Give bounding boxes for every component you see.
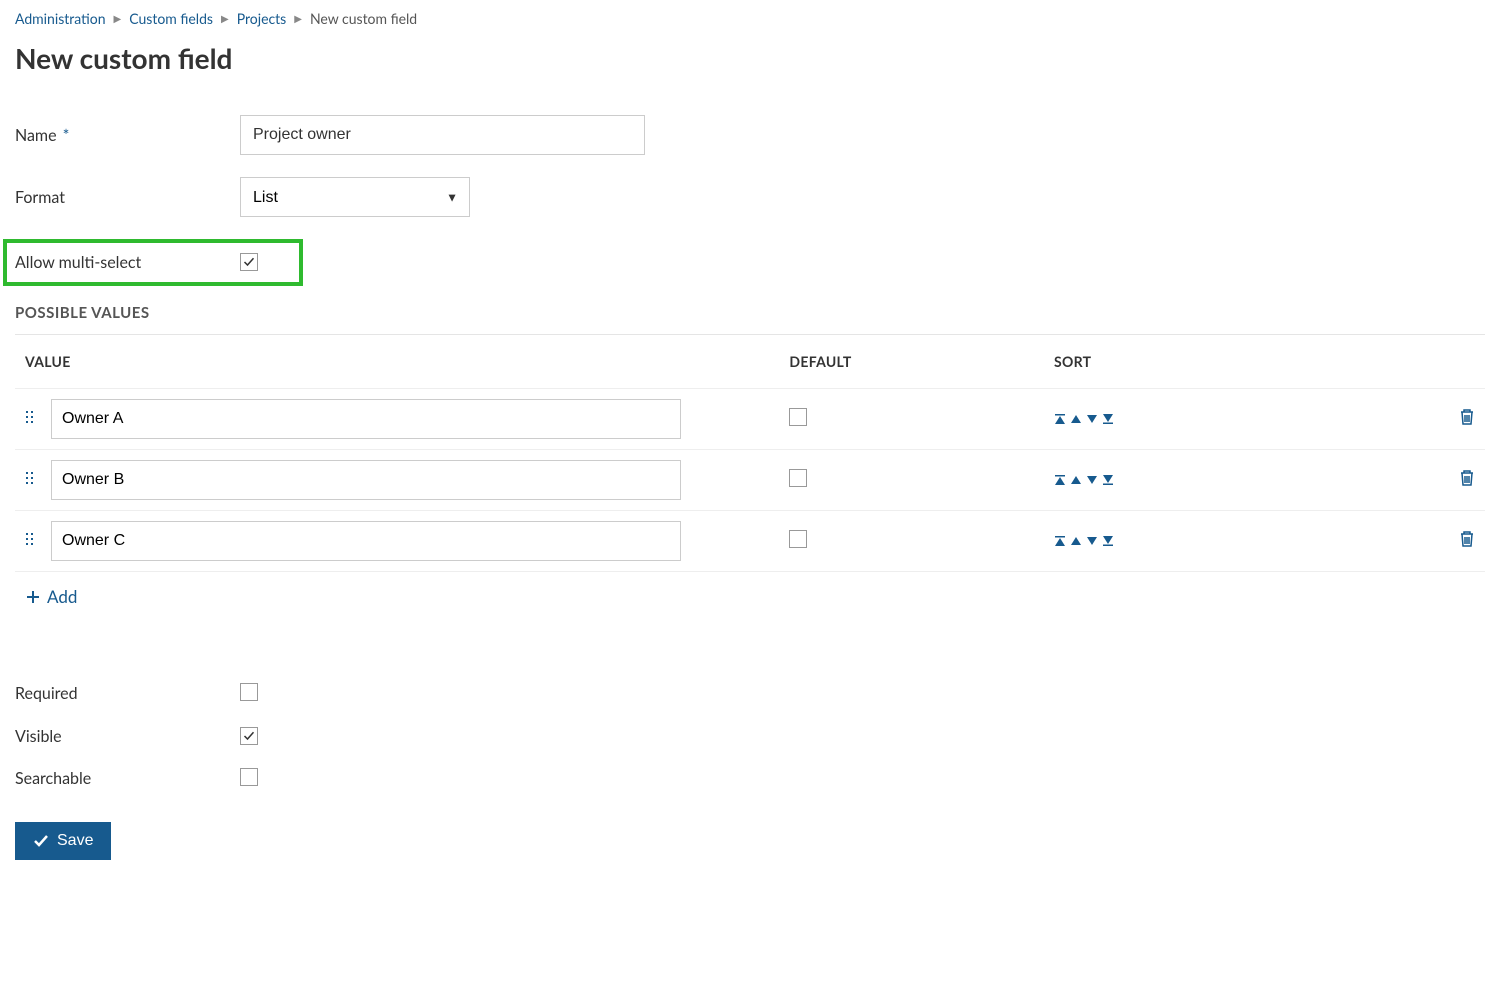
form-row-searchable: Searchable: [15, 768, 1485, 790]
visible-label: Visible: [15, 727, 62, 746]
col-default: DEFAULT: [779, 335, 1044, 389]
move-bottom-icon[interactable]: [1102, 474, 1114, 486]
required-checkbox[interactable]: [240, 683, 258, 701]
breadcrumb-projects[interactable]: Projects: [237, 10, 287, 27]
visible-checkbox[interactable]: [240, 727, 258, 745]
multiselect-label: Allow multi-select: [15, 253, 141, 272]
move-top-icon[interactable]: [1054, 535, 1066, 547]
drag-handle-icon[interactable]: [25, 471, 41, 489]
chevron-right-icon: ▶: [114, 13, 122, 25]
default-checkbox[interactable]: [789, 408, 807, 426]
form-row-required: Required: [15, 683, 1485, 705]
add-value-label: Add: [47, 586, 77, 607]
check-icon: [243, 730, 255, 742]
trash-icon: [1459, 530, 1475, 548]
move-down-icon[interactable]: [1086, 535, 1098, 547]
move-down-icon[interactable]: [1086, 413, 1098, 425]
multiselect-checkbox[interactable]: [240, 253, 258, 271]
save-button[interactable]: Save: [15, 822, 111, 860]
breadcrumb: Administration ▶ Custom fields ▶ Project…: [15, 10, 1485, 27]
breadcrumb-custom-fields[interactable]: Custom fields: [129, 10, 213, 27]
breadcrumb-current: New custom field: [310, 10, 417, 27]
drag-handle-icon[interactable]: [25, 532, 41, 550]
move-down-icon[interactable]: [1086, 474, 1098, 486]
default-checkbox[interactable]: [789, 469, 807, 487]
col-sort: SORT: [1044, 335, 1367, 389]
multiselect-highlight: Allow multi-select: [3, 239, 303, 286]
delete-row-button[interactable]: [1459, 530, 1475, 548]
searchable-checkbox[interactable]: [240, 768, 258, 786]
drag-handle-icon[interactable]: [25, 410, 41, 428]
save-button-label: Save: [57, 832, 93, 850]
name-label: Name: [15, 126, 57, 145]
chevron-right-icon: ▶: [221, 13, 229, 25]
chevron-right-icon: ▶: [294, 13, 302, 25]
default-checkbox[interactable]: [789, 530, 807, 548]
plus-icon: [25, 589, 41, 605]
trash-icon: [1459, 469, 1475, 487]
breadcrumb-administration[interactable]: Administration: [15, 10, 106, 27]
check-icon: [33, 833, 49, 849]
col-value: VALUE: [15, 335, 779, 389]
name-input[interactable]: [240, 115, 645, 155]
move-up-icon[interactable]: [1070, 413, 1082, 425]
table-row: [15, 511, 1485, 572]
move-bottom-icon[interactable]: [1102, 535, 1114, 547]
format-label: Format: [15, 188, 65, 207]
form-row-visible: Visible: [15, 727, 1485, 746]
value-input[interactable]: [51, 460, 681, 500]
value-input[interactable]: [51, 521, 681, 561]
add-value-button[interactable]: Add: [25, 586, 77, 607]
possible-values-table: VALUE DEFAULT SORT: [15, 335, 1485, 571]
form-row-format: Format List ▼: [15, 177, 1485, 217]
table-row: [15, 389, 1485, 450]
format-select[interactable]: List: [240, 177, 470, 217]
form-row-name: Name *: [15, 115, 1485, 155]
value-input[interactable]: [51, 399, 681, 439]
delete-row-button[interactable]: [1459, 408, 1475, 426]
required-label: Required: [15, 684, 78, 703]
move-top-icon[interactable]: [1054, 474, 1066, 486]
move-up-icon[interactable]: [1070, 535, 1082, 547]
trash-icon: [1459, 408, 1475, 426]
searchable-label: Searchable: [15, 769, 91, 788]
move-top-icon[interactable]: [1054, 413, 1066, 425]
required-marker: *: [63, 126, 70, 145]
move-up-icon[interactable]: [1070, 474, 1082, 486]
move-bottom-icon[interactable]: [1102, 413, 1114, 425]
possible-values-heading: POSSIBLE VALUES: [15, 304, 1485, 335]
check-icon: [243, 256, 255, 268]
delete-row-button[interactable]: [1459, 469, 1475, 487]
table-row: [15, 450, 1485, 511]
page-title: New custom field: [15, 41, 1485, 75]
